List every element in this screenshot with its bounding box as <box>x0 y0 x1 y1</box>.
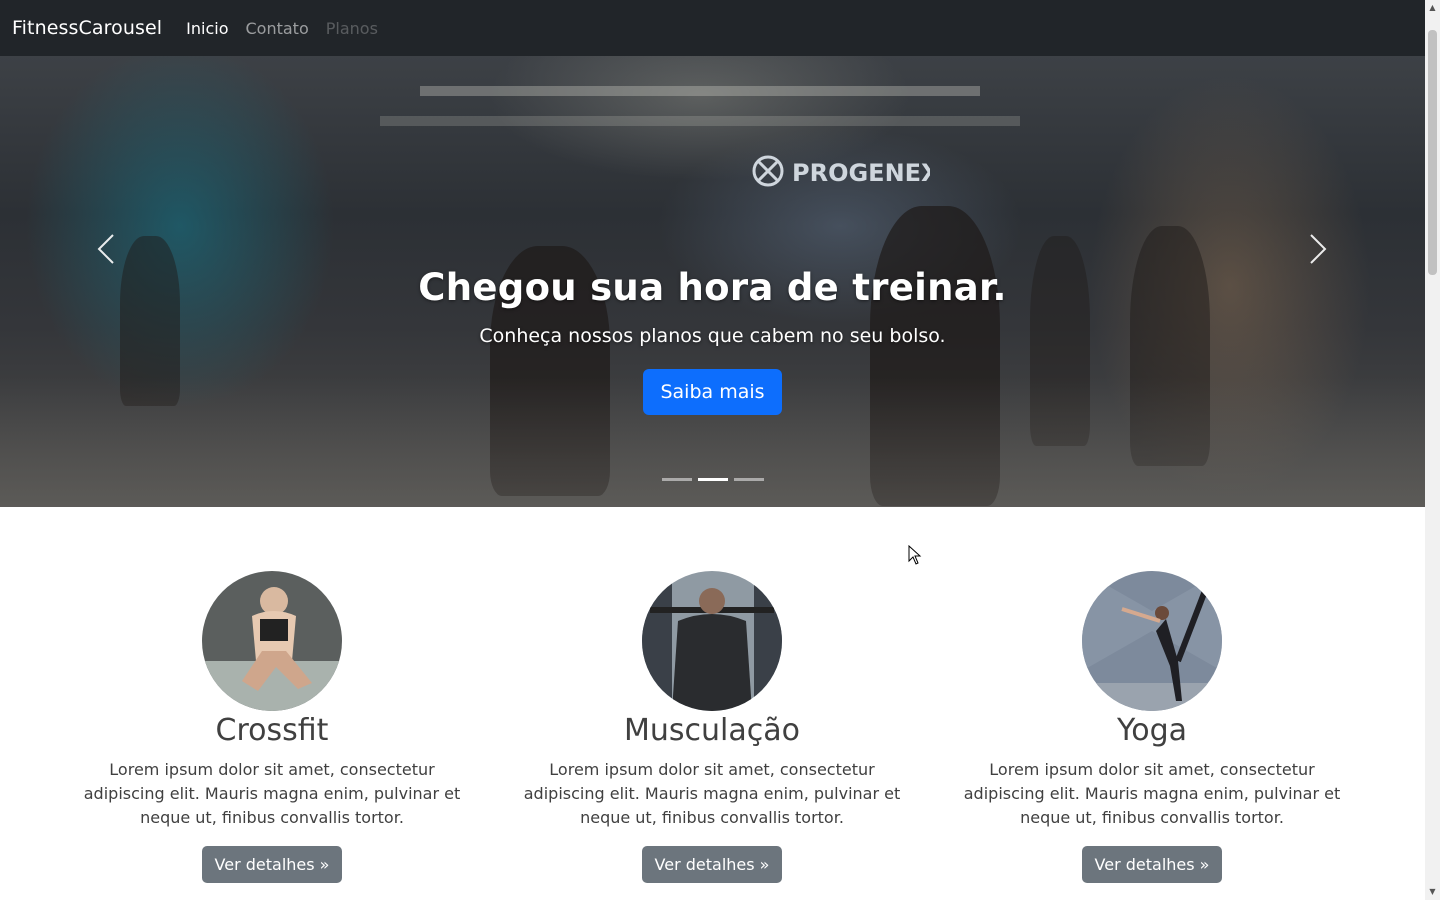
carousel-indicator-1[interactable] <box>662 478 692 481</box>
feature-yoga: Yoga Lorem ipsum dolor sit amet, consect… <box>952 571 1352 883</box>
hero-carousel: PROGENEX Chegou sua hora de treinar. Con… <box>0 56 1425 507</box>
gym-sign-graphic: PROGENEX <box>752 155 930 187</box>
carousel-heading: Chegou sua hora de treinar. <box>418 266 1007 309</box>
chevron-right-icon <box>1310 234 1327 264</box>
ceiling-beam <box>420 86 980 96</box>
carousel-next-button[interactable] <box>1298 231 1338 271</box>
carousel-subheading: Conheça nossos planos que cabem no seu b… <box>479 325 946 347</box>
scroll-down-icon[interactable]: ▼ <box>1428 887 1437 896</box>
mouse-cursor-icon <box>908 545 922 565</box>
scroll-up-icon[interactable]: ▲ <box>1428 3 1437 12</box>
feature-title: Crossfit <box>215 713 329 748</box>
feature-description: Lorem ipsum dolor sit amet, consectetur … <box>963 760 1341 827</box>
carousel-prev-button[interactable] <box>86 231 126 271</box>
gym-sign-text: PROGENEX <box>792 159 930 187</box>
carousel-indicator-2[interactable] <box>698 478 728 481</box>
feature-crossfit: Crossfit Lorem ipsum dolor sit amet, con… <box>72 571 472 883</box>
carousel-indicators <box>662 478 764 481</box>
yoga-photo <box>1082 571 1222 711</box>
top-navbar: FitnessCarousel Inicio Contato Planos <box>0 0 1425 56</box>
ver-detalhes-button[interactable]: Ver detalhes » <box>201 846 343 883</box>
saiba-mais-button[interactable]: Saiba mais <box>643 369 782 415</box>
nav-link-contato[interactable]: Contato <box>246 19 309 38</box>
feature-title: Musculação <box>624 713 800 748</box>
chevron-left-icon <box>97 234 114 264</box>
feature-title: Yoga <box>1116 713 1188 748</box>
carousel-caption: Chegou sua hora de treinar. Conheça noss… <box>0 266 1425 415</box>
feature-description: Lorem ipsum dolor sit amet, consectetur … <box>83 760 461 827</box>
page-scrollbar[interactable]: ▲ ▼ <box>1425 0 1440 900</box>
scrollbar-thumb[interactable] <box>1428 30 1437 275</box>
ver-detalhes-button[interactable]: Ver detalhes » <box>641 846 783 883</box>
musculacao-photo <box>642 571 782 711</box>
ceiling-beam <box>380 116 1020 126</box>
nav-link-planos: Planos <box>325 18 378 38</box>
feature-musculacao: Musculação Lorem ipsum dolor sit amet, c… <box>512 571 912 883</box>
feature-description: Lorem ipsum dolor sit amet, consectetur … <box>523 760 901 827</box>
carousel-indicator-3[interactable] <box>734 478 764 481</box>
crossfit-photo <box>202 571 342 711</box>
nav-link-inicio[interactable]: Inicio <box>186 19 228 38</box>
brand-logo-text[interactable]: FitnessCarousel <box>12 17 162 39</box>
ver-detalhes-button[interactable]: Ver detalhes » <box>1081 846 1223 883</box>
